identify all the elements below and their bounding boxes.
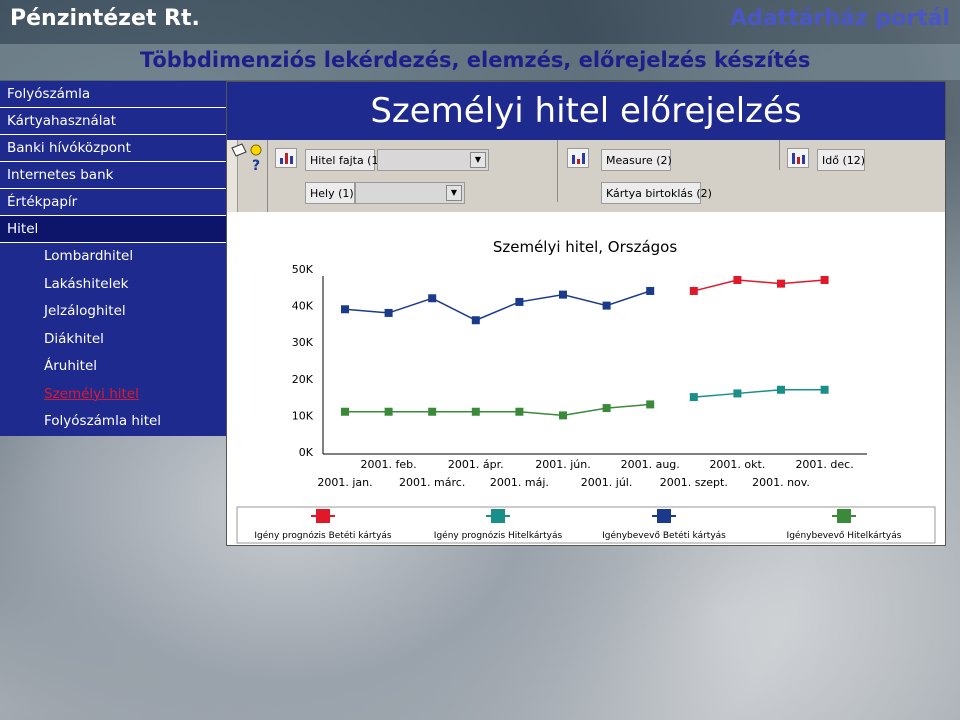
hitel-fajta-dropdown[interactable]: ▼ — [377, 149, 489, 171]
legend-marker — [657, 509, 671, 523]
portal-title: Adattárház portál — [730, 6, 950, 31]
panel-title: Személyi hitel előrejelzés — [227, 82, 945, 140]
sidebar-subitem-lombardhitel[interactable]: Lombardhitel — [0, 243, 226, 271]
data-point — [384, 308, 393, 317]
y-tick-label: 0K — [299, 446, 314, 459]
measure-label[interactable]: Measure (2) — [601, 149, 672, 171]
chevron-down-icon: ▼ — [446, 185, 462, 201]
y-tick-label: 20K — [292, 373, 314, 386]
x-tick-label: 2001. júl. — [581, 476, 633, 489]
sidebar-subitem-szemelyi-hitel[interactable]: Személyi hitel — [0, 380, 226, 408]
hely-dropdown[interactable]: ▼ — [355, 182, 465, 204]
data-point — [820, 385, 829, 394]
chart-title: Személyi hitel, Országos — [493, 238, 677, 256]
toolbar-separator — [779, 140, 780, 170]
sidebar-item-folyoszamla[interactable]: Folyószámla — [0, 81, 226, 108]
ido-label[interactable]: Idő (12) — [817, 149, 865, 171]
x-tick-label: 2001. nov. — [752, 476, 810, 489]
toolbar-separator — [557, 140, 558, 202]
y-tick-label: 40K — [292, 300, 314, 313]
data-point — [471, 316, 480, 325]
x-tick-label: 2001. máj. — [490, 476, 549, 489]
data-point — [777, 385, 785, 394]
sidebar-subitem-aruhitel[interactable]: Áruhitel — [0, 353, 226, 381]
data-point — [602, 404, 611, 413]
data-point — [428, 407, 437, 416]
y-tick-label: 50K — [292, 263, 314, 276]
x-tick-label: 2001. jan. — [317, 476, 372, 489]
x-tick-label: 2001. ápr. — [448, 458, 504, 471]
y-tick-label: 10K — [292, 409, 314, 422]
data-point — [559, 411, 567, 420]
sidebar-nav: Folyószámla Kártyahasználat Banki hívókö… — [0, 81, 226, 436]
sidebar-item-kartyahasznalat[interactable]: Kártyahasználat — [0, 108, 226, 135]
data-point — [515, 297, 524, 306]
data-point — [515, 407, 524, 416]
data-point — [820, 275, 829, 284]
x-tick-label: 2001. szept. — [660, 476, 728, 489]
chevron-down-icon: ▼ — [470, 152, 486, 168]
data-point — [559, 290, 567, 299]
hely-label[interactable]: Hely (1) — [305, 182, 355, 204]
sidebar-item-hitel[interactable]: Hitel — [0, 216, 226, 243]
sidebar-subitem-lakashitelek[interactable]: Lakáshitelek — [0, 270, 226, 298]
line-chart: Személyi hitel, Országos 0K 10K 20K 30K 40K 5… — [227, 212, 945, 545]
data-point — [733, 389, 742, 398]
time-chart-icon[interactable] — [787, 148, 809, 168]
sidebar-subitem-folyoszamla-hitel[interactable]: Folyószámla hitel — [0, 408, 226, 436]
forecast-panel: Személyi hitel előrejelzés ? Hitel fajta… — [226, 81, 946, 546]
data-point — [733, 275, 742, 284]
chart-area: Személyi hitel, Országos 0K 10K 20K 30K 40K 5… — [227, 212, 945, 545]
data-point — [646, 400, 655, 409]
legend-label: Igény prognózis Betéti kártyás — [254, 530, 392, 541]
data-point — [341, 305, 349, 314]
y-tick-label: 30K — [292, 336, 314, 349]
data-point — [384, 407, 393, 416]
chart-legend: Igény prognózis Betéti kártyás Igény prog… — [236, 506, 936, 544]
chart-dimension-icon[interactable] — [275, 148, 297, 168]
data-point — [777, 279, 785, 288]
legend-marker — [837, 509, 851, 523]
data-point — [689, 393, 698, 402]
data-point — [602, 301, 611, 310]
help-glyph: ? — [252, 158, 260, 172]
x-tick-label: 2001. aug. — [621, 458, 680, 471]
hitel-fajta-label[interactable]: Hitel fajta (1) — [305, 149, 383, 171]
brand-title: Pénzintézet Rt. — [10, 6, 200, 31]
x-tick-label: 2001. márc. — [399, 476, 465, 489]
legend-marker — [316, 509, 330, 523]
sidebar-subitem-jelzaloghitel[interactable]: Jelzáloghitel — [0, 298, 226, 326]
help-icon[interactable]: ? — [230, 142, 266, 174]
x-tick-label: 2001. feb. — [361, 458, 417, 471]
help-cursor-icon: ? — [231, 143, 262, 174]
kartya-birtoklas-label[interactable]: Kártya birtoklás (2) — [601, 182, 712, 204]
x-tick-label: 2001. dec. — [795, 458, 853, 471]
measure-chart-icon[interactable] — [567, 148, 589, 168]
legend-label: Igénybevevő Hitelkártyás — [787, 530, 902, 541]
data-point — [689, 286, 698, 295]
sidebar-subitem-diakhitel[interactable]: Diákhitel — [0, 325, 226, 353]
legend-label: Igénybevevő Betéti kártyás — [602, 530, 726, 541]
sidebar-item-ertekpapir[interactable]: Értékpapír — [0, 189, 226, 216]
legend-marker — [491, 509, 505, 523]
data-point — [341, 407, 349, 416]
x-tick-label: 2001. okt. — [709, 458, 765, 471]
sidebar-item-internetes-bank[interactable]: Internetes bank — [0, 162, 226, 189]
data-point — [471, 407, 480, 416]
legend-label: Igény prognózis Hitelkártyás — [434, 530, 563, 541]
data-point — [428, 294, 437, 303]
data-point — [646, 286, 655, 295]
sidebar-item-banki-hivokozpont[interactable]: Banki hívóközpont — [0, 135, 226, 162]
page-subtitle: Többdimenziós lekérdezés, elemzés, előre… — [140, 48, 811, 72]
chart-background — [227, 212, 945, 545]
x-tick-label: 2001. jún. — [535, 458, 590, 471]
